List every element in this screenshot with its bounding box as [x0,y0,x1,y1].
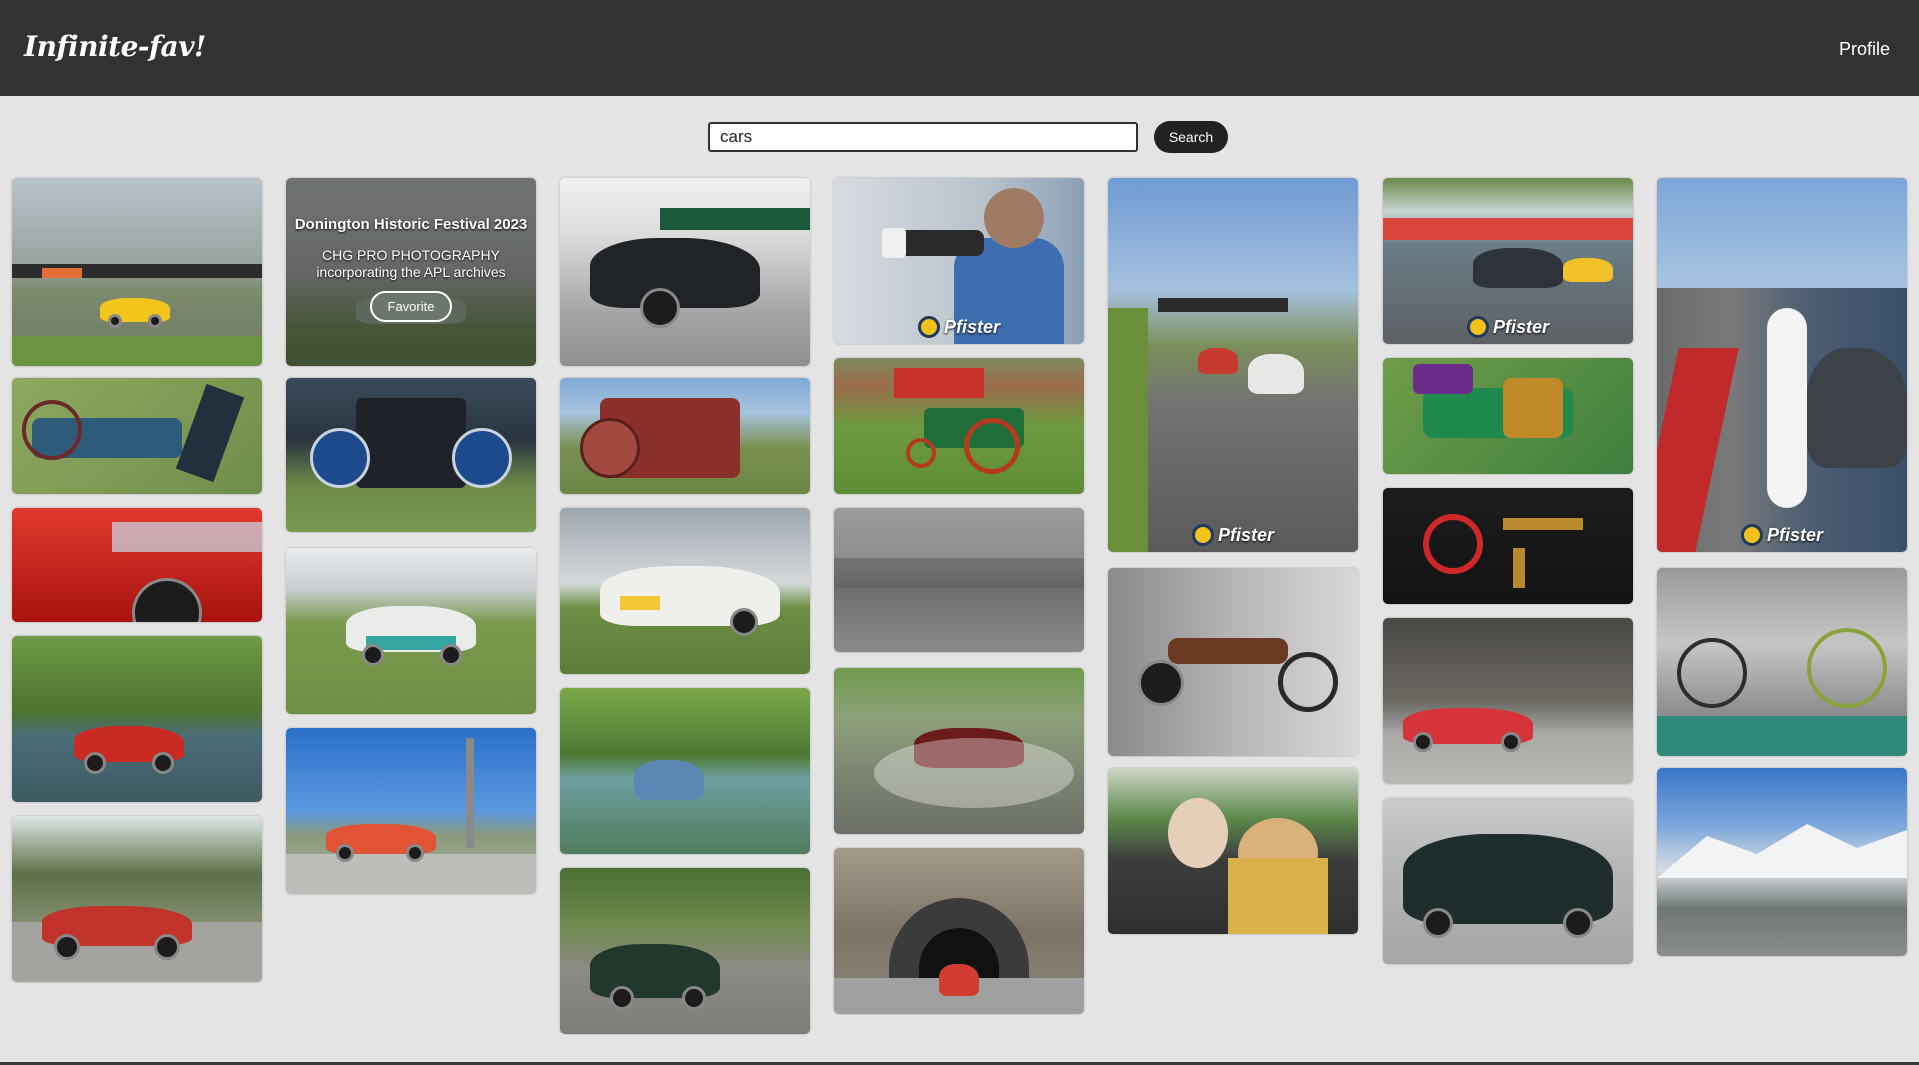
watermark-text: Pfister [943,316,1001,337]
photo [834,848,1084,1014]
search-button[interactable]: Search [1154,121,1228,153]
overlay-line: incorporating the APL archives [316,264,506,280]
search-input[interactable] [708,122,1138,152]
top-navbar: Infinite-fav! Profile [0,0,1919,96]
photo [286,728,536,894]
photo [834,358,1084,494]
photo [1108,768,1358,934]
watermark-text: Pfister [1766,524,1824,545]
photo [1657,568,1907,756]
photo-tile[interactable] [12,508,262,622]
photo [12,378,262,494]
photo-tile[interactable] [834,848,1084,1014]
photo-tile[interactable]: Pfister [1657,178,1907,552]
photo-tile[interactable] [1657,568,1907,756]
watermark-text: Pfister [1217,524,1275,545]
watermark: Pfister [1191,524,1275,546]
photo-tile[interactable] [286,378,536,532]
pfister-logo-icon [1466,316,1489,338]
photo [1108,568,1358,756]
watermark-text: Pfister [1492,316,1550,337]
pfister-logo-icon [1191,524,1214,546]
photo-tile[interactable] [1108,768,1358,934]
profile-link[interactable]: Profile [1839,39,1890,60]
photo-tile[interactable] [12,636,262,802]
photo-tile[interactable] [560,868,810,1034]
photo [12,816,262,982]
photo-tile[interactable] [560,688,810,854]
photo-tile[interactable] [286,548,536,714]
watermark: Pfister [917,316,1001,338]
photo [12,636,262,802]
photo-tile-hovered[interactable]: Donington Historic Festival 2023 CHG PRO… [286,178,536,366]
photo-tile[interactable] [12,816,262,982]
photo [1383,798,1633,964]
photo-tile[interactable] [560,378,810,494]
watermark: Pfister [1740,524,1824,546]
photo [12,178,262,366]
photo [834,508,1084,652]
photo-tile[interactable] [12,378,262,494]
photo-tile[interactable] [834,358,1084,494]
favorite-button[interactable]: Favorite [369,291,453,322]
overlay-subtitle: CHG PRO PHOTOGRAPHY incorporating the AP… [316,247,505,281]
photo [560,178,810,366]
photo [1108,178,1358,552]
photo-tile[interactable]: Pfister [834,178,1084,344]
photo-tile[interactable] [286,728,536,894]
photo-tile[interactable] [1383,488,1633,604]
photo [560,688,810,854]
photo [834,668,1084,834]
photo-tile[interactable]: Pfister [1108,178,1358,552]
photo [1383,488,1633,604]
photo-tile[interactable] [834,508,1084,652]
photo [560,378,810,494]
photo-tile[interactable] [1657,768,1907,956]
photo [1383,618,1633,784]
photo-tile[interactable] [12,178,262,366]
photo [1657,178,1907,552]
photo-tile[interactable] [1383,618,1633,784]
photo-tile[interactable] [834,668,1084,834]
photo [560,508,810,674]
photo [12,508,262,622]
photo-tile[interactable] [1383,358,1633,474]
photo-tile[interactable] [560,178,810,366]
photo [1383,358,1633,474]
photo-overlay: Donington Historic Festival 2023 CHG PRO… [286,178,536,366]
overlay-line: CHG PRO PHOTOGRAPHY [322,247,500,263]
pfister-logo-icon [1740,524,1763,546]
pfister-logo-icon [917,316,940,338]
photo-tile[interactable] [560,508,810,674]
watermark: Pfister [1466,316,1550,338]
photo [286,378,536,532]
photo-tile[interactable] [1108,568,1358,756]
photo-tile[interactable] [1383,798,1633,964]
app-logo[interactable]: Infinite-fav! [24,30,206,63]
photo [560,868,810,1034]
overlay-title: Donington Historic Festival 2023 [294,216,528,233]
photo-tile[interactable]: Pfister [1383,178,1633,344]
photo [286,548,536,714]
photo [1657,768,1907,956]
